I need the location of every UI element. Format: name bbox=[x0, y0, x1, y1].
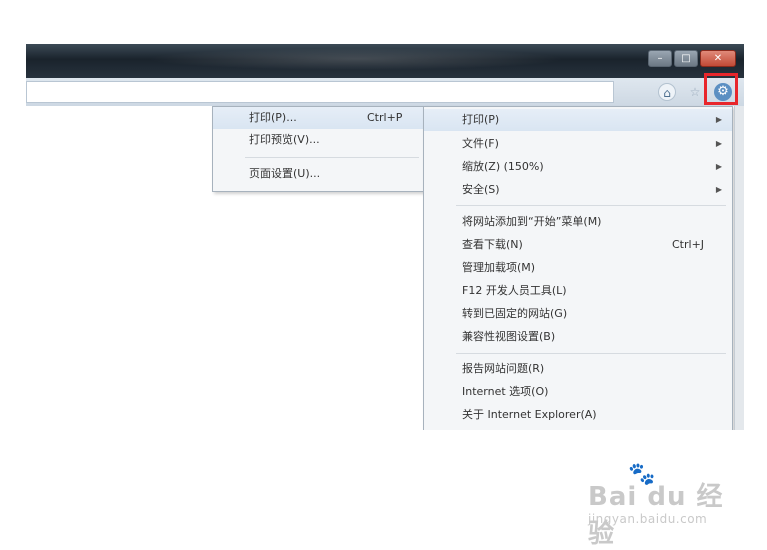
submenu-arrow-icon: ▶ bbox=[715, 162, 722, 171]
title-bar-glow bbox=[146, 48, 566, 70]
print-submenu: 打印(P)... Ctrl+P 打印预览(V)... 页面设置(U)... bbox=[212, 106, 428, 192]
menu-item-label: 缩放(Z) (150%) bbox=[462, 160, 544, 173]
minimize-button[interactable]: – bbox=[648, 50, 672, 67]
tools-button-highlight bbox=[704, 73, 738, 105]
menu-item-label: 页面设置(U)... bbox=[249, 167, 321, 180]
browser-window: – □ ✕ ⌂ ☆ ⚙ 打印(P)... Ctrl+P 打印预览(V)... 页… bbox=[26, 44, 744, 430]
menu-item-label: 关于 Internet Explorer(A) bbox=[462, 408, 597, 421]
menu-item-print[interactable]: 打印(P) ▶ bbox=[424, 109, 732, 131]
window-controls: – □ ✕ bbox=[648, 50, 736, 67]
maximize-button[interactable]: □ bbox=[674, 50, 698, 67]
menu-separator bbox=[245, 157, 419, 158]
menu-item-label: 打印(P)... bbox=[249, 111, 297, 124]
star-icon[interactable]: ☆ bbox=[686, 83, 704, 101]
menu-item-f12-dev-tools[interactable]: F12 开发人员工具(L) bbox=[424, 280, 732, 302]
scrollbar[interactable] bbox=[734, 106, 744, 430]
menu-item-internet-options[interactable]: Internet 选项(O) bbox=[424, 381, 732, 403]
home-icon[interactable]: ⌂ bbox=[658, 83, 676, 101]
watermark-url: jingyan.baidu.com bbox=[588, 512, 708, 526]
menu-item-label: 转到已固定的网站(G) bbox=[462, 307, 568, 320]
title-bar: – □ ✕ bbox=[26, 44, 744, 78]
menu-item-label: 打印预览(V)... bbox=[249, 133, 320, 146]
submenu-arrow-icon: ▶ bbox=[715, 185, 722, 194]
menu-item-file[interactable]: 文件(F) ▶ bbox=[424, 133, 732, 155]
menu-item-label: 文件(F) bbox=[462, 137, 499, 150]
address-bar[interactable] bbox=[26, 81, 614, 103]
menu-item-compat-view[interactable]: 兼容性视图设置(B) bbox=[424, 326, 732, 348]
menu-separator bbox=[456, 353, 726, 354]
menu-item-shortcut: Ctrl+J bbox=[672, 238, 705, 251]
menu-item-label: F12 开发人员工具(L) bbox=[462, 284, 567, 297]
menu-item-pinned-sites[interactable]: 转到已固定的网站(G) bbox=[424, 303, 732, 325]
menu-item-label: 兼容性视图设置(B) bbox=[462, 330, 556, 343]
close-button[interactable]: ✕ bbox=[700, 50, 736, 67]
submenu-arrow-icon: ▶ bbox=[715, 139, 722, 148]
menu-item-add-to-start[interactable]: 将网站添加到“开始”菜单(M) bbox=[424, 211, 732, 233]
menu-item-safety[interactable]: 安全(S) ▶ bbox=[424, 179, 732, 201]
menu-item-print[interactable]: 打印(P)... Ctrl+P bbox=[213, 107, 427, 129]
command-toolbar: ⌂ ☆ ⚙ bbox=[26, 78, 744, 106]
menu-item-label: Internet 选项(O) bbox=[462, 385, 549, 398]
menu-item-label: 安全(S) bbox=[462, 183, 500, 196]
menu-item-page-setup[interactable]: 页面设置(U)... bbox=[213, 163, 427, 185]
menu-item-print-preview[interactable]: 打印预览(V)... bbox=[213, 129, 427, 151]
menu-item-label: 将网站添加到“开始”菜单(M) bbox=[462, 215, 602, 228]
watermark: 🐾 Bai du 经验 jingyan.baidu.com bbox=[588, 462, 738, 549]
submenu-arrow-icon: ▶ bbox=[715, 115, 722, 124]
menu-item-label: 查看下载(N) bbox=[462, 238, 523, 251]
menu-item-shortcut: Ctrl+P bbox=[367, 111, 403, 124]
menu-item-report-problems[interactable]: 报告网站问题(R) bbox=[424, 358, 732, 380]
menu-item-zoom[interactable]: 缩放(Z) (150%) ▶ bbox=[424, 156, 732, 178]
menu-item-about-ie[interactable]: 关于 Internet Explorer(A) bbox=[424, 404, 732, 426]
menu-item-manage-addons[interactable]: 管理加载项(M) bbox=[424, 257, 732, 279]
menu-item-view-downloads[interactable]: 查看下载(N) Ctrl+J bbox=[424, 234, 732, 256]
menu-separator bbox=[456, 205, 726, 206]
tools-menu: 打印(P) ▶ 文件(F) ▶ 缩放(Z) (150%) ▶ 安全(S) ▶ 将… bbox=[423, 106, 733, 430]
menu-item-label: 打印(P) bbox=[462, 113, 500, 126]
menu-item-label: 报告网站问题(R) bbox=[462, 362, 545, 375]
menu-item-label: 管理加载项(M) bbox=[462, 261, 536, 274]
